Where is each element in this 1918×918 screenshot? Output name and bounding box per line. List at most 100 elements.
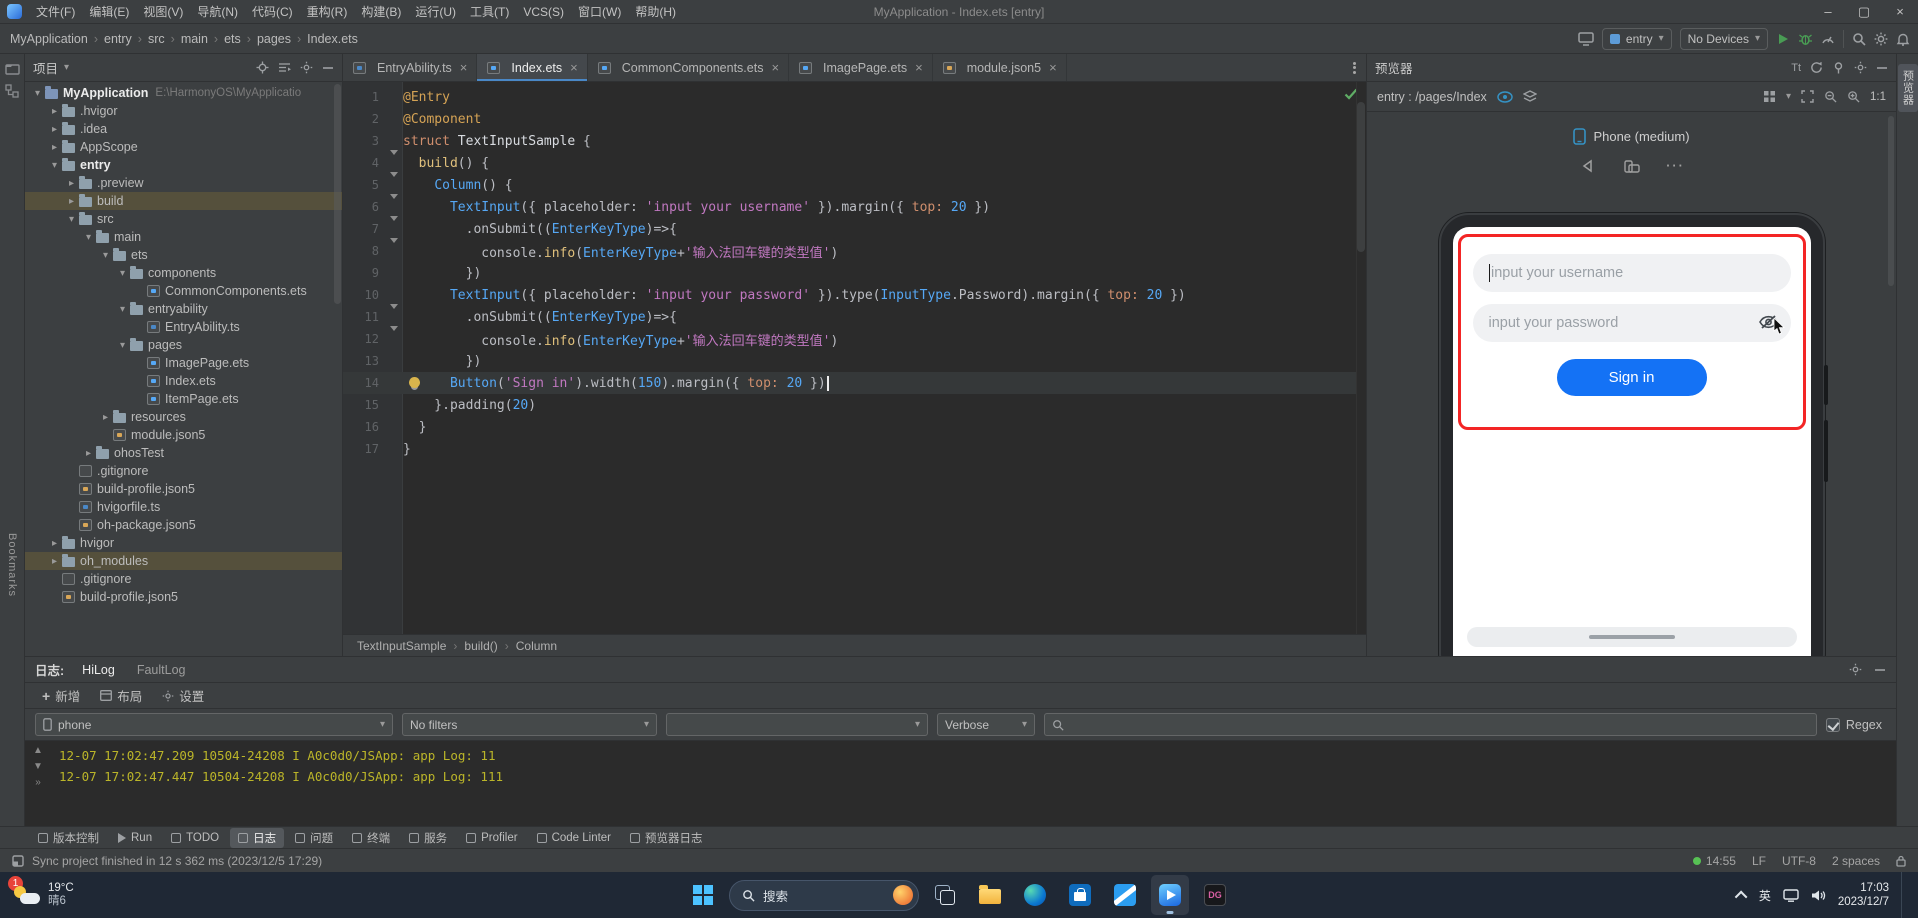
maximize-button[interactable]: ▢: [1846, 0, 1882, 23]
breadcrumb-item[interactable]: MyApplication: [8, 31, 90, 47]
chevron-closed-icon[interactable]: ▸: [48, 556, 61, 567]
tree-item-build-profile.json5[interactable]: build-profile.json5: [25, 480, 342, 498]
menu-item[interactable]: 帮助(H): [628, 2, 683, 22]
settings-gear-icon[interactable]: [1874, 32, 1888, 46]
code-line-15[interactable]: 15 }.padding(20): [343, 394, 1366, 416]
taskbar-search-box[interactable]: 搜索: [729, 879, 919, 911]
tree-item-pages[interactable]: ▾ pages: [25, 336, 342, 354]
code-line-5[interactable]: 5 Column() {: [343, 174, 1366, 199]
menu-item[interactable]: 工具(T): [463, 2, 516, 22]
tab-close-icon[interactable]: ×: [915, 60, 923, 75]
options-gear-icon[interactable]: [300, 61, 313, 74]
chevron-down-icon[interactable]: ▾: [1786, 91, 1791, 102]
tree-item-.gitignore[interactable]: .gitignore: [25, 462, 342, 480]
breadcrumb-item[interactable]: src: [146, 31, 167, 47]
zoom-out-icon[interactable]: [1824, 90, 1837, 103]
checkbox-checked-icon[interactable]: [1825, 717, 1840, 732]
editor-tab-ImagePage.ets[interactable]: ImagePage.ets ×: [789, 54, 933, 81]
editor-tab-CommonComponents.ets[interactable]: CommonComponents.ets ×: [588, 54, 790, 81]
search-icon[interactable]: [1852, 32, 1866, 46]
device-select[interactable]: No Devices ▾: [1679, 27, 1768, 50]
code-line-7[interactable]: 7 .onSubmit((EnterKeyType)=>{: [343, 218, 1366, 243]
task-view-button[interactable]: [926, 875, 964, 915]
chevron-closed-icon[interactable]: ▸: [82, 448, 95, 459]
lock-icon[interactable]: [1896, 855, 1906, 867]
toolwindow-终端[interactable]: 终端: [344, 828, 398, 848]
structure-tool-icon[interactable]: [5, 84, 19, 98]
layout-button[interactable]: 布局: [93, 684, 149, 707]
network-icon[interactable]: [1783, 888, 1799, 902]
tree-item-ets[interactable]: ▾ ets: [25, 246, 342, 264]
line-ending-indicator[interactable]: LF: [1752, 854, 1766, 868]
chevron-closed-icon[interactable]: ▸: [48, 106, 61, 117]
file-explorer-button[interactable]: [971, 875, 1009, 915]
locate-file-icon[interactable]: [256, 61, 269, 74]
chevron-closed-icon[interactable]: ▸: [99, 412, 112, 423]
component-layers-icon[interactable]: [1522, 90, 1537, 103]
indent-indicator[interactable]: 2 spaces: [1832, 854, 1880, 868]
code-line-12[interactable]: 12 console.info(EnterKeyType+'输入法回车键的类型值…: [343, 328, 1366, 350]
close-button[interactable]: ×: [1882, 0, 1918, 23]
hide-previewer-icon[interactable]: [1876, 62, 1888, 74]
chevron-open-icon[interactable]: ▾: [116, 304, 129, 315]
bookmarks-tool-button[interactable]: Bookmarks: [6, 533, 18, 597]
chevron-open-icon[interactable]: ▾: [82, 232, 95, 243]
code-editor[interactable]: 1 @Entry 2 @Component 3 struct TextInputSampl…: [343, 82, 1366, 634]
zoom-ratio[interactable]: 1:1: [1870, 91, 1886, 103]
minimize-button[interactable]: –: [1810, 0, 1846, 23]
debug-button[interactable]: [1798, 32, 1813, 46]
menu-item[interactable]: 视图(V): [136, 2, 190, 22]
chevron-open-icon[interactable]: ▾: [65, 214, 78, 225]
show-desktop-strip[interactable]: [1901, 872, 1904, 918]
device-filter-select[interactable]: phone ▾: [35, 713, 393, 736]
code-line-4[interactable]: 4 build() {: [343, 152, 1366, 177]
input-language-indicator[interactable]: 英: [1759, 887, 1771, 904]
chevron-closed-icon[interactable]: ▸: [65, 178, 78, 189]
hide-panel-icon[interactable]: [322, 62, 334, 74]
tab-close-icon[interactable]: ×: [460, 60, 468, 75]
chevron-open-icon[interactable]: ▾: [116, 340, 129, 351]
collapse-all-icon[interactable]: [278, 61, 291, 74]
tree-item-oh-package.json5[interactable]: oh-package.json5: [25, 516, 342, 534]
code-line-10[interactable]: 10 TextInput({ placeholder: 'input your …: [343, 284, 1366, 309]
menu-item[interactable]: 文件(F): [29, 2, 82, 22]
chevron-open-icon[interactable]: ▾: [116, 268, 129, 279]
deveco-studio-button[interactable]: [1151, 875, 1189, 915]
editor-tab-EntryAbility.ts[interactable]: EntryAbility.ts ×: [343, 54, 478, 81]
tree-item-ItemPage.ets[interactable]: ItemPage.ets: [25, 390, 342, 408]
tree-item-hvigorfile.ts[interactable]: hvigorfile.ts: [25, 498, 342, 516]
menu-item[interactable]: 编辑(E): [82, 2, 136, 22]
refresh-icon[interactable]: [1810, 61, 1823, 74]
tree-item-.gitignore[interactable]: .gitignore: [25, 570, 342, 588]
store-button[interactable]: [1061, 875, 1099, 915]
module-select[interactable]: entry ▾: [1601, 27, 1672, 50]
tree-item-.preview[interactable]: ▸ .preview: [25, 174, 342, 192]
code-line-9[interactable]: 9 }): [343, 262, 1366, 284]
tree-item-entry[interactable]: ▾ entry: [25, 156, 342, 174]
intention-bulb-icon[interactable]: [409, 377, 420, 388]
code-line-8[interactable]: 8 console.info(EnterKeyType+'输入法回车键的类型值'…: [343, 240, 1366, 262]
breadcrumb-item[interactable]: entry: [102, 31, 134, 47]
code-line-1[interactable]: 1 @Entry: [343, 86, 1366, 108]
menu-item[interactable]: VCS(S): [516, 2, 571, 22]
editor-tab-Index.ets[interactable]: Index.ets ×: [477, 54, 588, 81]
tab-close-icon[interactable]: ×: [1049, 60, 1057, 75]
tree-item-build-profile.json5[interactable]: build-profile.json5: [25, 588, 342, 606]
log-output[interactable]: 12-07 17:02:47.209 10504-24208 I A0c0d0/…: [51, 741, 1896, 826]
tree-item-AppScope[interactable]: ▸ AppScope: [25, 138, 342, 156]
tree-item-.hvigor[interactable]: ▸ .hvigor: [25, 102, 342, 120]
project-panel-title[interactable]: 项目: [33, 58, 58, 77]
editor-scrollbar[interactable]: [1356, 82, 1366, 634]
tree-item-ImagePage.ets[interactable]: ImagePage.ets: [25, 354, 342, 372]
project-scrollbar[interactable]: [334, 84, 341, 304]
scroll-end-icon[interactable]: »: [35, 777, 41, 788]
menu-item[interactable]: 窗口(W): [571, 2, 628, 22]
code-line-11[interactable]: 11 .onSubmit((EnterKeyType)=>{: [343, 306, 1366, 331]
tab-faultlog[interactable]: FaultLog: [133, 660, 190, 680]
previewer-tool-button[interactable]: 预览器: [1897, 64, 1918, 112]
code-line-14[interactable]: 14 Button('Sign in').width(150).margin({…: [343, 372, 1366, 394]
rotate-left-icon[interactable]: [1575, 155, 1601, 177]
log-settings-gear-icon[interactable]: [1849, 663, 1862, 676]
tab-hilog[interactable]: HiLog: [78, 660, 119, 680]
previewer-scrollbar[interactable]: [1888, 116, 1894, 286]
